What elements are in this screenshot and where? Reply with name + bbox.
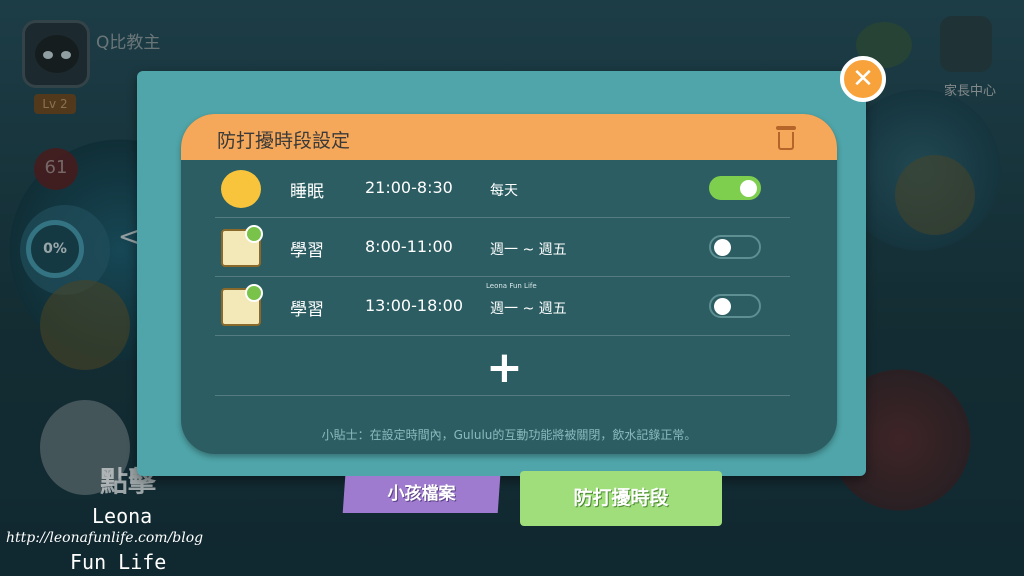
schedule-label: 學習	[290, 300, 324, 320]
tab-child-profile-label: 小孩檔案	[387, 484, 456, 504]
do-not-disturb-panel: 防打擾時段設定 睡眠 21:00-8:30 每天 學習 8:00-11:00 週…	[181, 114, 837, 454]
schedule-label: 睡眠	[290, 182, 324, 202]
schedule-row[interactable]: 學習 13:00-18:00 週一 ~ 週五	[215, 278, 790, 336]
schedule-toggle[interactable]	[709, 235, 761, 259]
schedule-row[interactable]: 學習 8:00-11:00 週一 ~ 週五	[215, 219, 790, 277]
tab-child-profile[interactable]: 小孩檔案	[342, 476, 501, 513]
book-clock-icon	[221, 225, 263, 267]
watermark-url: http://leonafunlife.com/blog	[6, 530, 204, 546]
clock-icon	[245, 284, 263, 302]
sun-icon	[221, 170, 261, 208]
schedule-days: 每天	[490, 183, 518, 199]
watermark-line1: Leona	[92, 504, 153, 528]
toggle-knob	[714, 298, 731, 315]
schedule-time: 13:00-18:00	[365, 296, 463, 315]
tab-do-not-disturb-label: 防打擾時段	[573, 487, 669, 509]
book-clock-icon	[221, 284, 263, 326]
schedule-toggle[interactable]	[709, 176, 761, 200]
panel-title: 防打擾時段設定	[217, 130, 351, 152]
tip-text: 小貼士：在設定時間內，Gululu的互動功能將被關閉，飲水記錄正常。	[321, 428, 697, 442]
schedule-days: 週一 ~ 週五	[490, 242, 567, 258]
toggle-knob	[714, 239, 731, 256]
schedule-days: 週一 ~ 週五	[490, 301, 567, 317]
close-icon: ✕	[852, 64, 874, 94]
trash-icon[interactable]	[775, 126, 797, 150]
add-schedule-button[interactable]: +	[486, 346, 523, 390]
watermark-line2: Fun Life	[70, 550, 167, 574]
tab-do-not-disturb[interactable]: 防打擾時段	[520, 471, 722, 526]
toggle-knob	[740, 180, 757, 197]
panel-header: 防打擾時段設定	[181, 114, 837, 160]
schedule-toggle[interactable]	[709, 294, 761, 318]
schedule-row[interactable]: 睡眠 21:00-8:30 每天	[215, 160, 790, 218]
schedule-time: 8:00-11:00	[365, 237, 453, 256]
close-button[interactable]: ✕	[840, 56, 886, 102]
trash-lid	[776, 126, 796, 130]
schedule-label: 學習	[290, 241, 324, 261]
schedule-time: 21:00-8:30	[365, 178, 453, 197]
clock-icon	[245, 225, 263, 243]
trash-body	[778, 132, 794, 150]
